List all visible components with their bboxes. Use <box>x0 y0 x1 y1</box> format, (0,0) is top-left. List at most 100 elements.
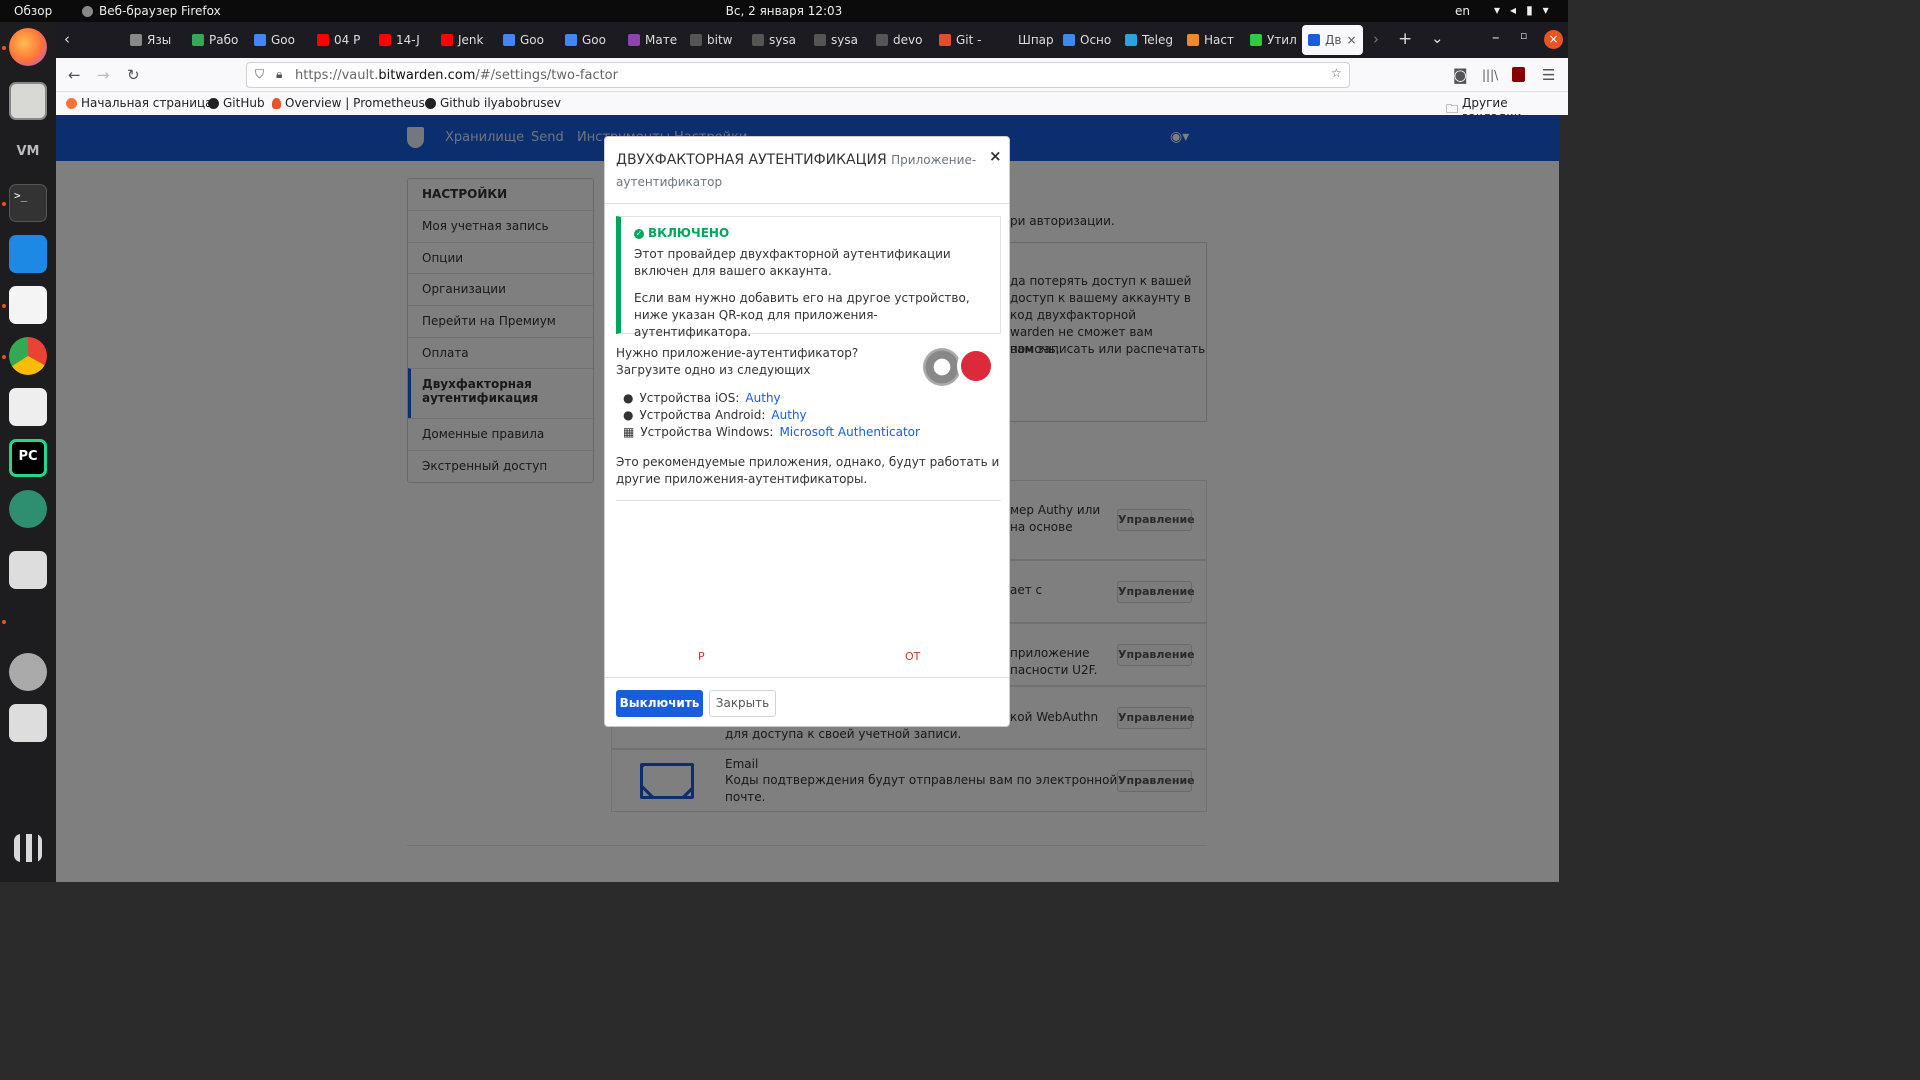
system-tray[interactable]: ▾ ◂ ▮ ▾ <box>1494 3 1549 17</box>
text-editor-launcher[interactable] <box>9 286 47 324</box>
bookmark-label: Overview | Prometheus <box>285 96 425 110</box>
minimize-icon[interactable]: – <box>1492 28 1500 46</box>
back-icon[interactable]: ← <box>68 66 81 84</box>
prometheus-icon <box>272 97 281 109</box>
new-tab-icon[interactable]: + <box>1398 29 1412 49</box>
atom-launcher[interactable] <box>9 490 47 528</box>
library-icon[interactable]: |||\ <box>1482 68 1498 82</box>
tab-item[interactable]: 14-J <box>379 29 431 51</box>
tab-label: Язы <box>147 33 172 47</box>
tab-item[interactable]: Goo <box>565 29 617 51</box>
bookmark-start-page[interactable]: Начальная страница <box>66 96 213 110</box>
magnifier-launcher[interactable] <box>9 551 47 589</box>
tab-item[interactable]: bitw <box>690 29 742 51</box>
menu-icon[interactable]: ☰ <box>1542 66 1555 84</box>
tab-item[interactable]: devo <box>876 29 928 51</box>
tab-item[interactable]: 04 Р <box>317 29 369 51</box>
microsoft-authenticator-link[interactable]: Microsoft Authenticator <box>779 425 920 439</box>
dialog-close-icon[interactable]: × <box>989 147 1002 165</box>
qr-text-fragment: ОТ <box>905 650 921 663</box>
maximize-icon[interactable]: ▫ <box>1520 29 1527 42</box>
tab-item[interactable]: Git - <box>939 29 991 51</box>
trash-launcher[interactable] <box>9 704 47 742</box>
tab-item[interactable]: Осно <box>1063 29 1115 51</box>
system-monitor-launcher[interactable] <box>9 235 47 273</box>
list-tabs-icon[interactable]: ⌄ <box>1431 29 1444 47</box>
show-apps-button[interactable] <box>14 834 42 862</box>
tab-item[interactable]: sysa <box>752 29 804 51</box>
reload-icon[interactable]: ↻ <box>127 66 140 84</box>
disk-launcher[interactable] <box>9 653 47 691</box>
battery-icon: ▮ <box>1526 3 1533 17</box>
favicon-icon <box>317 34 329 46</box>
vmware-launcher[interactable]: VM <box>9 133 47 171</box>
tab-item[interactable]: Наст <box>1187 29 1239 51</box>
authy-android-link[interactable]: Authy <box>771 408 806 422</box>
pycharm-launcher[interactable]: PC <box>9 439 47 477</box>
tab-scroll-left-icon[interactable]: ‹ <box>64 30 70 48</box>
enabled-message: Этот провайдер двухфакторной аутентифика… <box>634 247 951 278</box>
files-launcher[interactable] <box>9 82 47 120</box>
close-window-icon[interactable]: × <box>1544 30 1563 49</box>
favicon-icon <box>379 34 391 46</box>
clock[interactable]: Вс, 2 января 12:03 <box>0 4 1568 18</box>
tab-item[interactable]: Шпарга <box>1001 29 1053 51</box>
bookmark-prometheus[interactable]: Overview | Prometheus <box>272 96 425 110</box>
authy-logo-icon <box>957 347 995 385</box>
favicon-icon <box>690 34 702 46</box>
tab-label: Goo <box>582 33 606 47</box>
tab-active[interactable]: Дв × <box>1302 25 1363 55</box>
tab-label: sysa <box>769 33 796 47</box>
dialog-header: ДВУХФАКТОРНАЯ АУТЕНТИФИКАЦИЯ Приложение-… <box>605 137 1009 204</box>
tab-item[interactable]: Мате <box>628 29 680 51</box>
bookmark-github[interactable]: GitHub <box>208 96 265 110</box>
tab-item[interactable]: Jenk <box>441 29 493 51</box>
url-bar[interactable]: ⛉ 🔒︎ https://vault.bitwarden.com/#/setti… <box>246 62 1350 88</box>
system-top-bar: Обзор Веб-браузер Firefox Вс, 2 января 1… <box>0 0 1568 22</box>
tab-item[interactable]: Goo <box>503 29 555 51</box>
chrome-launcher[interactable] <box>9 337 47 375</box>
tab-scroll-right-icon[interactable]: › <box>1373 30 1379 48</box>
close-button[interactable]: Закрыть <box>709 690 776 717</box>
bookmark-github-user[interactable]: Github ilyabobrusev <box>425 96 561 110</box>
keyboard-layout[interactable]: en <box>1455 4 1470 18</box>
close-icon[interactable]: × <box>1346 33 1356 47</box>
lock-icon[interactable]: 🔒︎ <box>276 67 282 82</box>
running-indicator <box>2 355 6 359</box>
device-windows: ▦ Устройства Windows: Microsoft Authenti… <box>623 425 920 439</box>
terminal-launcher[interactable]: >_ <box>9 184 47 222</box>
authy-ios-link[interactable]: Authy <box>745 391 780 405</box>
tab-item[interactable]: Утил <box>1250 29 1302 51</box>
github-icon <box>425 97 436 109</box>
tab-item[interactable]: sysa <box>814 29 866 51</box>
tab-item[interactable]: Goo <box>254 29 306 51</box>
bookmark-star-icon[interactable]: ☆ <box>1331 66 1342 80</box>
volume-icon: ◂ <box>1510 3 1517 17</box>
android-icon: ● <box>623 408 634 422</box>
pocket-icon[interactable]: ◙ <box>1453 66 1468 84</box>
paint-launcher[interactable] <box>9 602 47 640</box>
favicon-icon <box>1125 34 1137 46</box>
document-viewer-launcher[interactable] <box>9 388 47 426</box>
tab-label: sysa <box>831 33 858 47</box>
url-text[interactable]: https://vault.bitwarden.com/#/settings/t… <box>295 68 618 83</box>
ublock-icon[interactable] <box>1512 67 1525 82</box>
tab-label: Дв <box>1325 33 1342 47</box>
qr-text-fragment: P <box>698 650 705 663</box>
shield-icon[interactable]: ⛉ <box>255 67 264 82</box>
tab-item[interactable]: Рабо <box>192 29 244 51</box>
tab-label: Шпарга <box>1018 33 1053 47</box>
favicon-icon <box>1001 34 1013 46</box>
enabled-label: ВКЛЮЧЕНО <box>648 226 730 240</box>
tab-item[interactable]: Язы <box>130 29 182 51</box>
device-label: Устройства Android: <box>639 408 766 422</box>
tab-label: Утил <box>1267 33 1297 47</box>
tab-item[interactable]: Teleg <box>1125 29 1177 51</box>
disable-button[interactable]: Выключить <box>616 690 703 717</box>
favicon-icon <box>1063 34 1075 46</box>
forward-icon[interactable]: → <box>97 66 110 84</box>
check-circle-icon: ✓ <box>634 228 644 239</box>
bookmark-label: Github ilyabobrusev <box>440 96 561 110</box>
tab-label: devo <box>893 33 923 47</box>
firefox-launcher[interactable] <box>9 28 47 66</box>
